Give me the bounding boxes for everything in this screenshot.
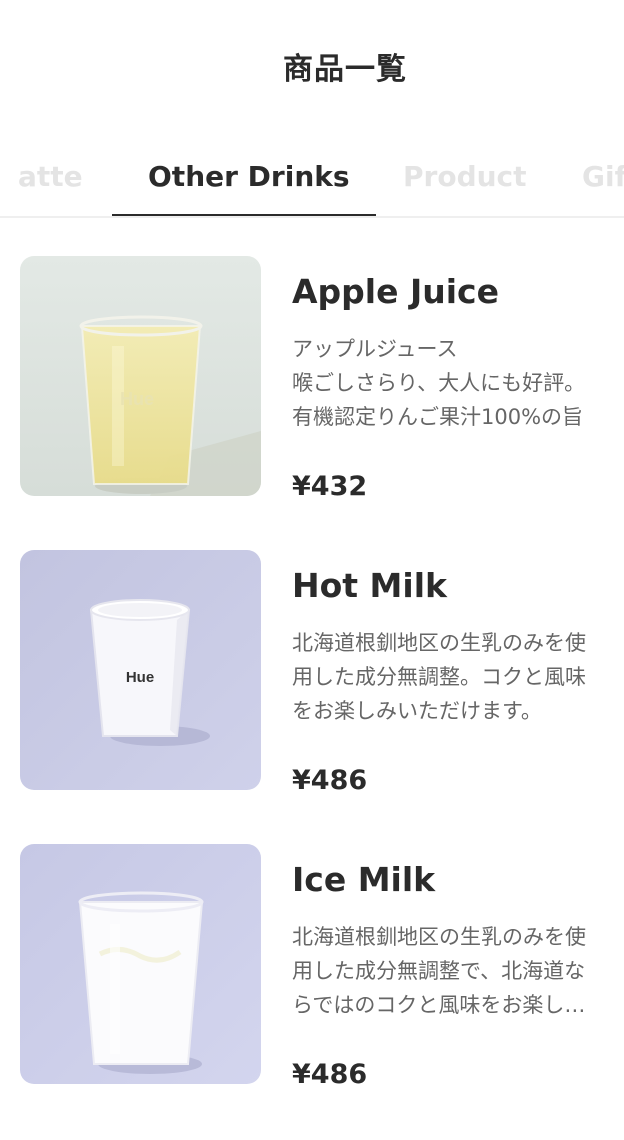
- product-description: 北海道根釧地区の生乳のみを使 用した成分無調整で、北海道な らではのコクと風味を…: [292, 920, 624, 1022]
- svg-text:Hue: Hue: [120, 389, 154, 409]
- description-line: 用した成分無調整。コクと風味: [292, 665, 586, 689]
- hot-milk-cup-icon: Hue: [20, 550, 261, 790]
- product-item-ice-milk[interactable]: Ice Milk 北海道根釧地区の生乳のみを使 用した成分無調整で、北海道な ら…: [0, 806, 624, 1090]
- product-price: ¥486: [292, 1059, 368, 1090]
- product-name: Ice Milk: [292, 860, 436, 899]
- apple-juice-cup-icon: Hue: [20, 256, 261, 496]
- description-line: 有機認定りんご果汁100%の旨: [292, 405, 584, 429]
- product-description: 北海道根釧地区の生乳のみを使 用した成分無調整。コクと風味 をお楽しみいただけま…: [292, 626, 624, 728]
- product-info: Apple Juice アップルジュース 喉ごしさらり、大人にも好評。 有機認定…: [292, 270, 624, 504]
- ice-milk-cup-icon: [20, 844, 261, 1084]
- tab-cafe-latte[interactable]: atte: [18, 160, 83, 193]
- product-name: Apple Juice: [292, 272, 499, 311]
- product-price: ¥486: [292, 765, 368, 796]
- header: 商品一覧: [0, 0, 624, 130]
- product-info: Ice Milk 北海道根釧地区の生乳のみを使 用した成分無調整で、北海道な ら…: [292, 858, 624, 1092]
- product-item-hot-milk[interactable]: Hue Hot Milk 北海道根釧地区の生乳のみを使 用した成分無調整。コクと…: [0, 512, 624, 796]
- description-line: 北海道根釧地区の生乳のみを使: [292, 631, 586, 655]
- app-screen: 商品一覧 atte Other Drinks Product Gif Hue A…: [0, 0, 624, 1140]
- description-line: アップルジュース: [292, 337, 458, 361]
- description-line: らではのコクと風味をお楽し…: [292, 993, 586, 1017]
- description-line: 喉ごしさらり、大人にも好評。: [292, 371, 586, 395]
- product-info: Hot Milk 北海道根釧地区の生乳のみを使 用した成分無調整。コクと風味 を…: [292, 564, 624, 798]
- tab-product[interactable]: Product: [403, 160, 527, 193]
- description-line: 北海道根釧地区の生乳のみを使: [292, 925, 586, 949]
- product-description: アップルジュース 喉ごしさらり、大人にも好評。 有機認定りんご果汁100%の旨: [292, 332, 624, 434]
- tab-gift[interactable]: Gif: [582, 160, 624, 193]
- cup-label: Hue: [126, 669, 154, 686]
- product-price: ¥432: [292, 471, 368, 502]
- product-item-apple-juice[interactable]: Hue Apple Juice アップルジュース 喉ごしさらり、大人にも好評。 …: [0, 218, 624, 502]
- page-title: 商品一覧: [283, 52, 407, 87]
- description-line: をお楽しみいただけます。: [292, 699, 542, 723]
- category-tabs: atte Other Drinks Product Gif: [0, 140, 624, 218]
- product-name: Hot Milk: [292, 566, 447, 605]
- tab-other-drinks[interactable]: Other Drinks: [148, 160, 350, 193]
- description-line: 用した成分無調整で、北海道な: [292, 959, 586, 983]
